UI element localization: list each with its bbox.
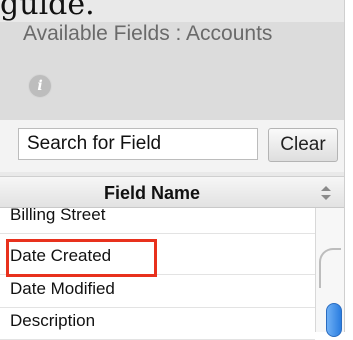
clear-button[interactable]: Clear <box>268 128 338 162</box>
list-item-billing-street[interactable]: Billing Street <box>0 202 315 234</box>
list-item-label: Date Modified <box>10 279 115 298</box>
list-item-description[interactable]: Description <box>0 308 315 340</box>
list-item-date-modified[interactable]: Date Modified <box>0 276 315 308</box>
panel-title: Available Fields : Accounts <box>23 22 273 45</box>
list-item-label: Billing Street <box>10 205 106 224</box>
list-item-label: Description <box>10 311 96 330</box>
panel-header: Available Fields : Accounts i <box>0 22 344 121</box>
highlight-box <box>6 239 157 277</box>
scroll-up-arrow-icon[interactable] <box>319 248 341 288</box>
search-input[interactable] <box>18 128 258 160</box>
caption-fragment: guide. <box>0 0 95 22</box>
column-header-label: Field Name <box>104 183 201 203</box>
info-icon[interactable]: i <box>28 74 52 98</box>
sort-icon[interactable] <box>320 185 332 201</box>
